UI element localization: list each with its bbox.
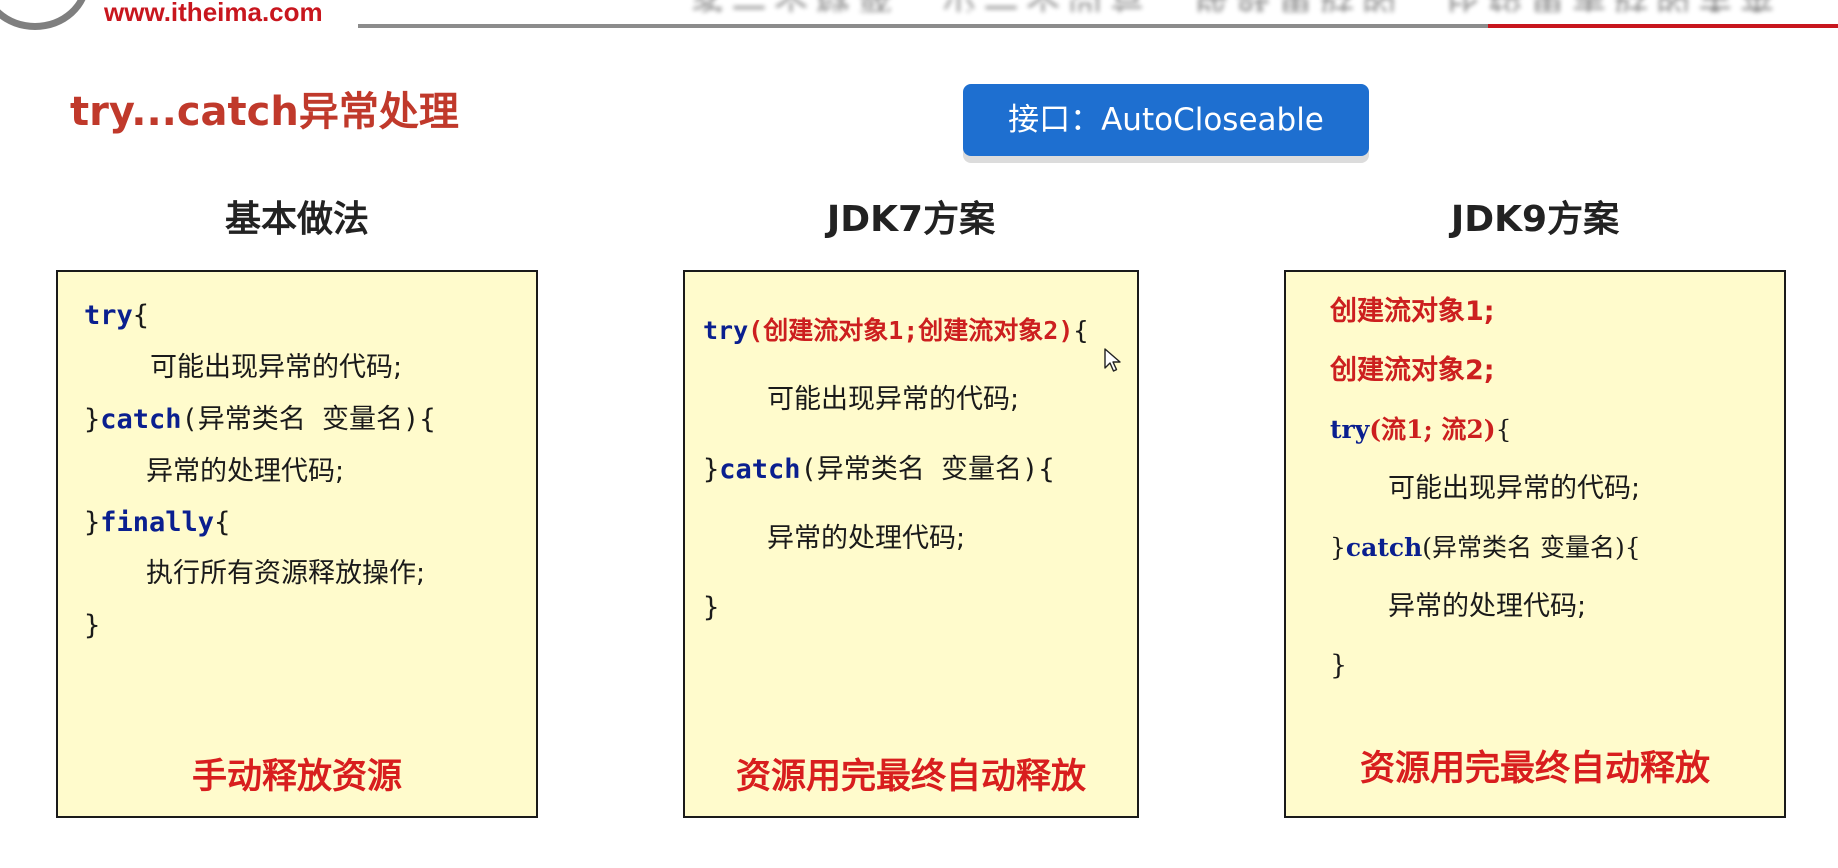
code-line: 创建流对象1;	[1330, 296, 1495, 327]
code-box-jdk7: try(创建流对象1;创建流对象2){ 可能出现异常的代码; }catch(异常…	[683, 270, 1139, 818]
code-line: 创建流对象2;	[1330, 355, 1495, 386]
code-line: }catch(异常类名 变量名){	[703, 454, 1055, 485]
column-title-basic: 基本做法	[224, 199, 369, 240]
code-line: }catch(异常类名 变量名){	[84, 404, 436, 435]
code-line: 执行所有资源释放操作;	[146, 558, 426, 589]
header-divider-accent	[1488, 24, 1838, 28]
logo-icon	[0, 0, 90, 30]
column-title-jdk7: JDK7方案	[826, 199, 996, 240]
header-divider	[358, 24, 1488, 28]
column-title-jdk9: JDK9方案	[1450, 199, 1620, 240]
box-footer: 资源用完最终自动释放	[735, 757, 1086, 797]
code-line: }	[703, 592, 720, 623]
code-box-jdk9: 创建流对象1; 创建流对象2; try(流1; 流2){ 可能出现异常的代码; …	[1284, 270, 1786, 818]
box-footer: 资源用完最终自动释放	[1359, 749, 1710, 789]
mouse-cursor-icon	[1104, 348, 1121, 372]
header-blurred-text: 多一个疑惑，少一个问号，成就更好的，比较更美好的未来	[690, 0, 1838, 12]
code-line: try(创建流对象1;创建流对象2){	[703, 316, 1089, 345]
code-line: }	[1330, 650, 1348, 681]
code-line: try(流1; 流2){	[1330, 415, 1512, 444]
code-line: 可能出现异常的代码;	[767, 384, 1020, 415]
code-line: }	[84, 610, 101, 641]
logo-url: www.itheima.com	[104, 0, 323, 27]
code-line: 异常的处理代码;	[1388, 591, 1587, 622]
code-line: }finally{	[84, 507, 231, 538]
code-line: try{	[84, 300, 150, 331]
interface-badge: 接口：AutoCloseable	[963, 84, 1369, 156]
code-line: 可能出现异常的代码;	[150, 352, 403, 383]
code-line: 异常的处理代码;	[146, 456, 345, 487]
box-footer: 手动释放资源	[191, 757, 402, 797]
code-line: 异常的处理代码;	[767, 523, 966, 554]
code-line: }catch(异常类名 变量名){	[1330, 533, 1641, 562]
section-title: try...catch异常处理	[70, 89, 459, 135]
code-box-basic: try{ 可能出现异常的代码; }catch(异常类名 变量名){ 异常的处理代…	[56, 270, 538, 818]
code-line: 可能出现异常的代码;	[1388, 473, 1641, 504]
